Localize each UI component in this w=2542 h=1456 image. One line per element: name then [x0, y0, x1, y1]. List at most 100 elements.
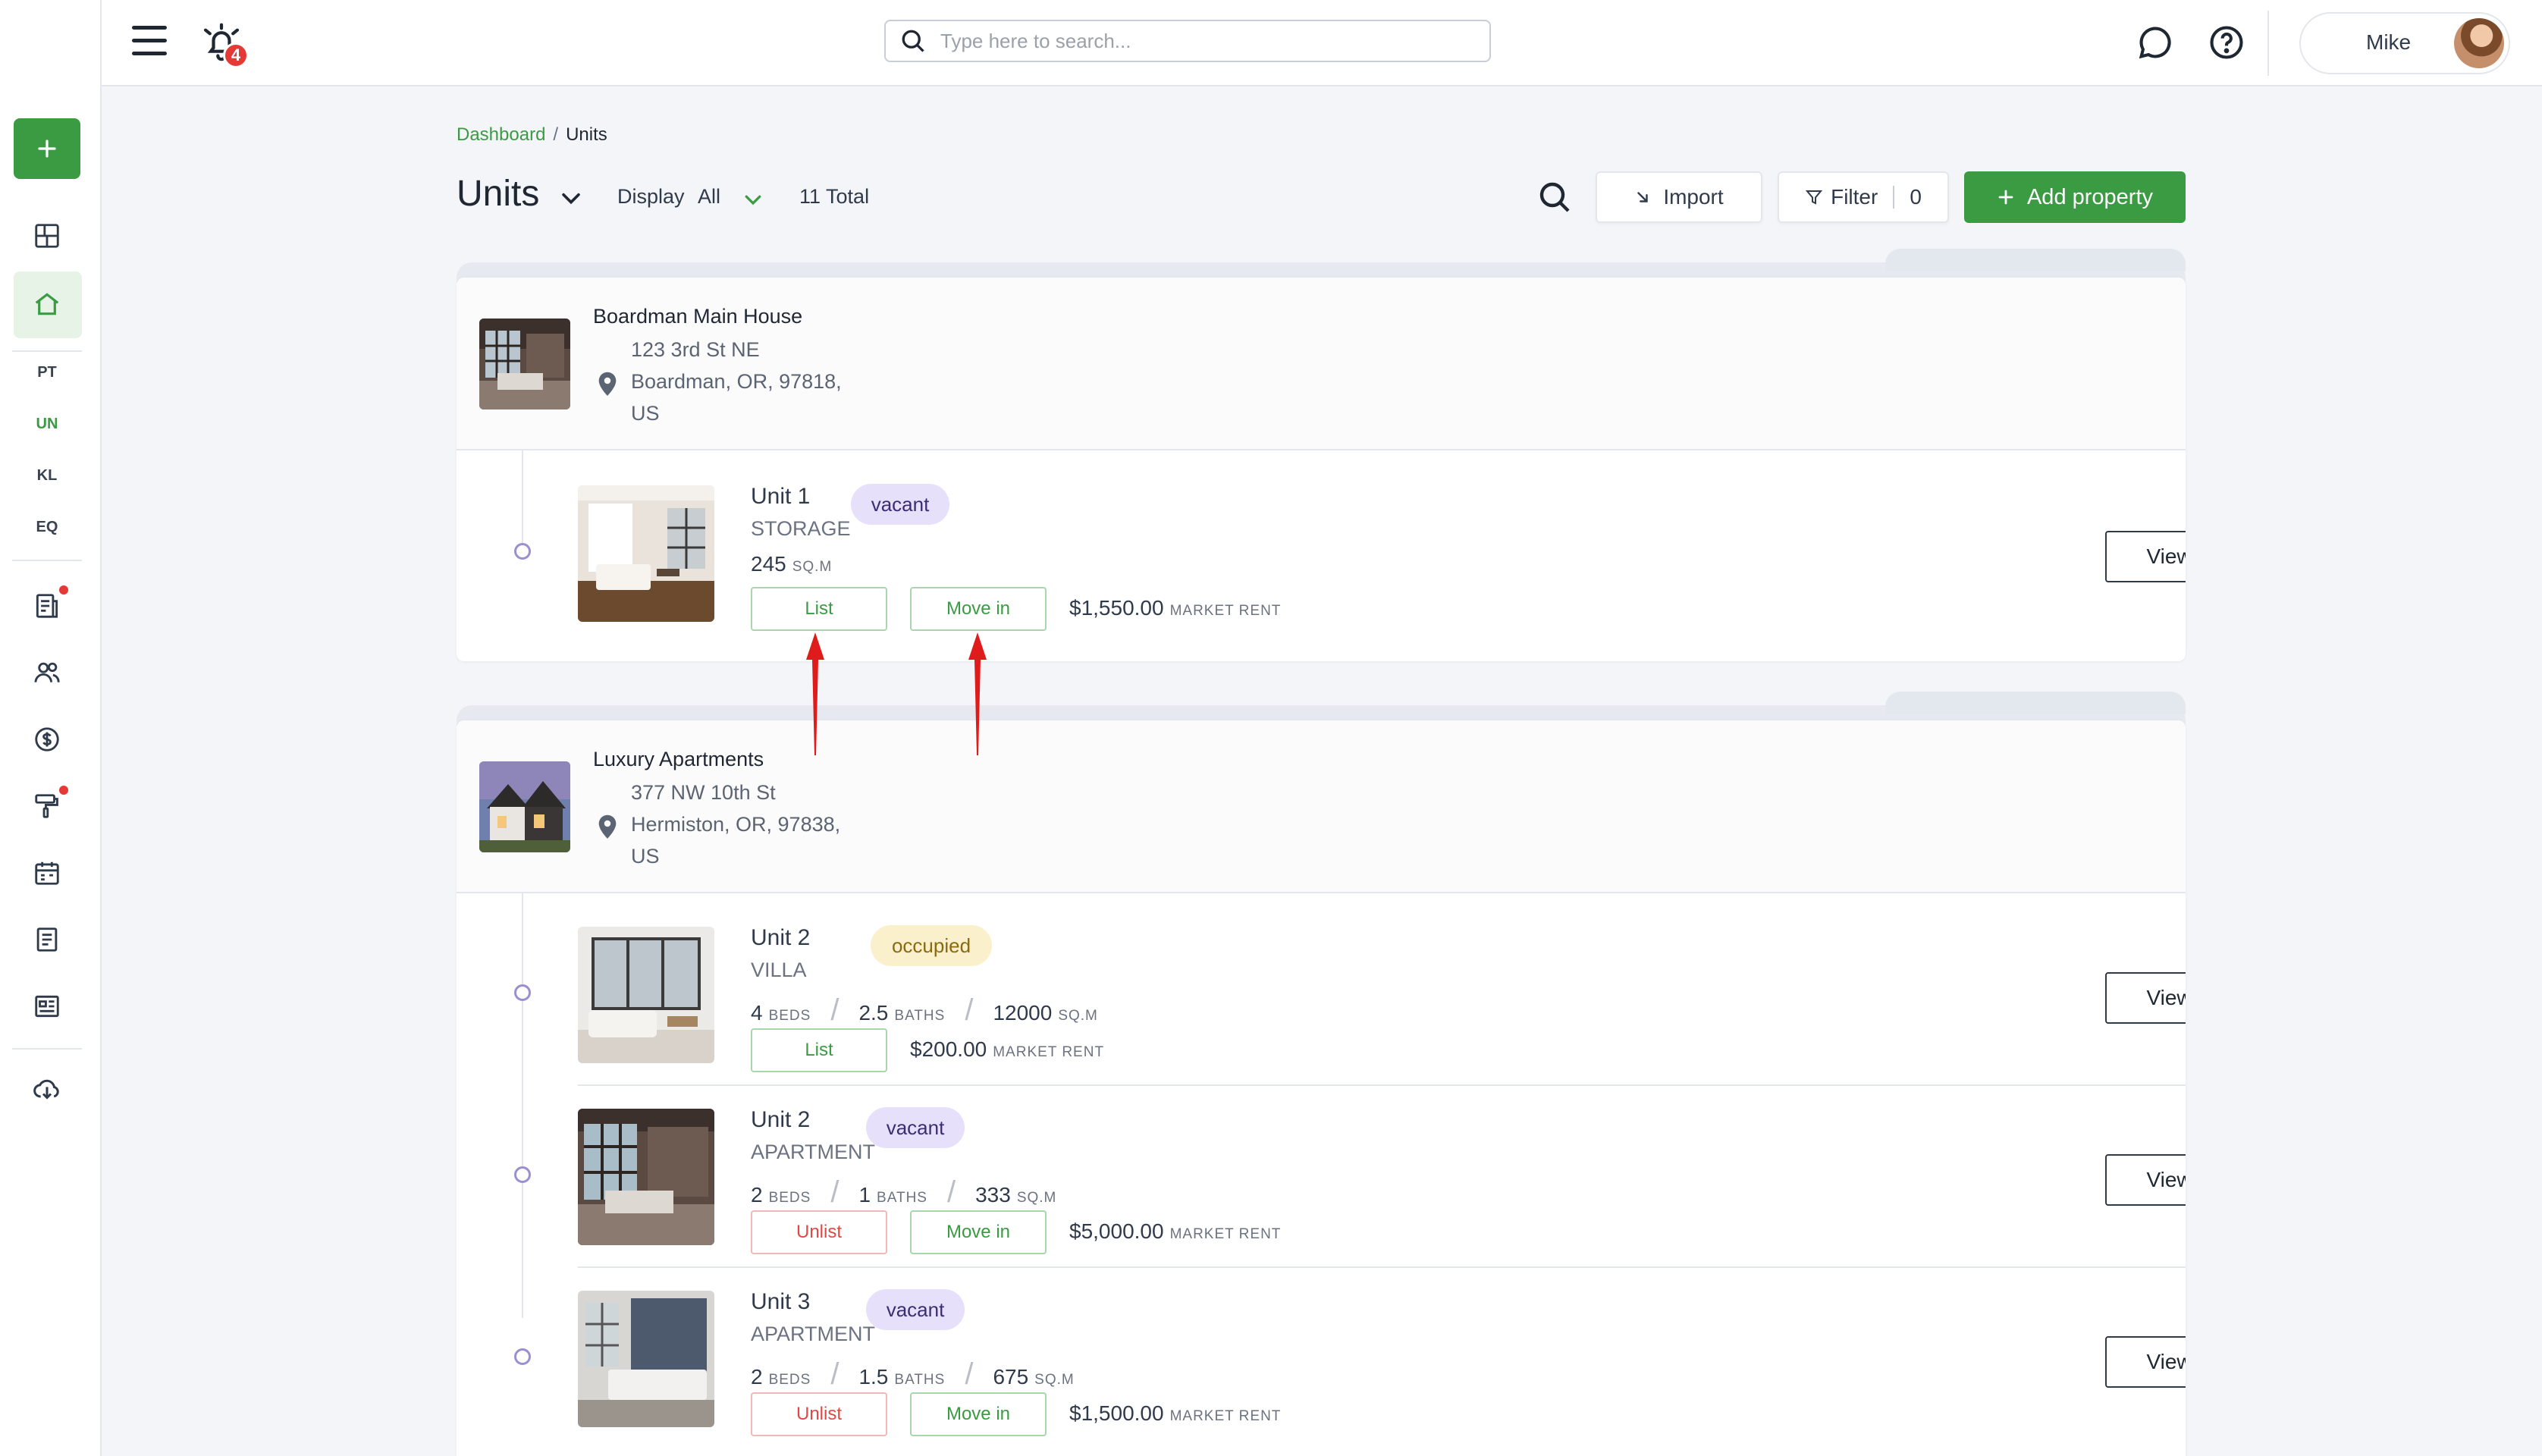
- chevron-down-icon[interactable]: [742, 188, 764, 215]
- unit-sqm: 333: [975, 1183, 1011, 1207]
- unit-baths-unit: BATHS: [894, 1372, 946, 1388]
- property-card-tab-edge: [1885, 249, 2186, 271]
- sidebar-item-kl[interactable]: KL: [0, 467, 94, 485]
- unit-photo: [578, 1291, 714, 1427]
- move-in-button[interactable]: Move in: [910, 1392, 1047, 1436]
- rent-label: MARKET RENT: [993, 1044, 1105, 1060]
- unit-beds-unit: BEDS: [768, 1008, 811, 1024]
- timeline-line: [522, 450, 523, 543]
- sidebar-item-pt[interactable]: PT: [0, 364, 94, 381]
- unit-beds: 2: [751, 1183, 763, 1207]
- unit-photo: [578, 1109, 714, 1245]
- help-icon[interactable]: [2207, 23, 2246, 66]
- view-unit-button[interactable]: View unit: [2105, 1154, 2186, 1206]
- unit-baths: 1.5: [858, 1365, 889, 1389]
- news-icon[interactable]: [30, 989, 64, 1024]
- sidebar: PT UN KL EQ: [0, 86, 102, 1456]
- people-icon[interactable]: [30, 655, 64, 690]
- unit-sqm-unit: SQ.M: [792, 559, 833, 575]
- sidebar-divider: [12, 350, 82, 352]
- unit-beds-unit: BEDS: [768, 1372, 811, 1388]
- unit-divider: [578, 1266, 2186, 1268]
- unit-sqm-unit: SQ.M: [1016, 1190, 1057, 1206]
- report-icon[interactable]: [30, 588, 64, 623]
- property-header[interactable]: Boardman Main House 123 3rd St NE Boardm…: [457, 278, 2186, 450]
- list-button[interactable]: List: [751, 587, 887, 631]
- paint-roller-icon[interactable]: [30, 789, 64, 824]
- property-card-tab-edge: [1885, 692, 2186, 714]
- home-icon[interactable]: [30, 287, 64, 322]
- breadcrumb-dashboard-link[interactable]: Dashboard: [457, 124, 545, 145]
- sidebar-item-eq[interactable]: EQ: [0, 519, 94, 536]
- move-in-button[interactable]: Move in: [910, 587, 1047, 631]
- global-search[interactable]: [884, 20, 1491, 62]
- location-pin-icon: [595, 370, 620, 403]
- property-card: Luxury Apartments 377 NW 10th St Hermist…: [457, 720, 2186, 1456]
- status-badge: vacant: [866, 1289, 965, 1330]
- annotation-arrow: [806, 632, 824, 755]
- property-card: Boardman Main House 123 3rd St NE Boardm…: [457, 278, 2186, 661]
- unit-beds-unit: BEDS: [768, 1190, 811, 1206]
- property-header[interactable]: Luxury Apartments 377 NW 10th St Hermist…: [457, 720, 2186, 893]
- unit-sqm-unit: SQ.M: [1058, 1008, 1098, 1024]
- search-icon: [902, 30, 924, 52]
- menu-toggle-icon[interactable]: [132, 26, 167, 56]
- property-name[interactable]: Boardman Main House: [593, 305, 802, 328]
- unit-row: Unit 3 vacant APARTMENT 2 BEDS / 1.5 BATHS…: [578, 1289, 2186, 1436]
- unit-baths: 1: [858, 1183, 871, 1207]
- dollar-icon[interactable]: [30, 722, 64, 757]
- import-button-label: Import: [1663, 185, 1724, 209]
- unit-beds: 2: [751, 1365, 763, 1389]
- unit-name[interactable]: Unit 3: [751, 1289, 810, 1315]
- sidebar-item-un[interactable]: UN: [0, 416, 94, 433]
- chevron-down-icon[interactable]: [558, 185, 584, 215]
- unit-row: Unit 2 vacant APARTMENT 2 BEDS / 1 BATHS /…: [578, 1107, 2186, 1254]
- search-icon[interactable]: [1536, 179, 1573, 219]
- import-button[interactable]: Import: [1596, 171, 1762, 223]
- display-select[interactable]: All: [698, 185, 720, 209]
- breadcrumb-current: Units: [566, 124, 607, 145]
- chat-icon[interactable]: [2136, 23, 2175, 66]
- unit-baths-unit: BATHS: [877, 1190, 927, 1206]
- unit-photo: [578, 927, 714, 1063]
- calendar-icon[interactable]: [30, 855, 64, 890]
- unit-beds: 4: [751, 1001, 763, 1025]
- cloud-download-icon[interactable]: [30, 1071, 64, 1106]
- market-rent: $1,550.00 MARKET RENT: [1069, 596, 1281, 620]
- market-rent: $1,500.00 MARKET RENT: [1069, 1401, 1281, 1426]
- dashboard-grid-icon[interactable]: [30, 218, 64, 253]
- unlist-button[interactable]: Unlist: [751, 1210, 887, 1254]
- rent-amount: $1,550.00: [1069, 596, 1164, 620]
- quick-add-button[interactable]: [14, 118, 80, 179]
- unit-name[interactable]: Unit 1: [751, 484, 810, 510]
- timeline-dot: [514, 984, 531, 1001]
- move-in-button[interactable]: Move in: [910, 1210, 1047, 1254]
- unit-name[interactable]: Unit 2: [751, 925, 810, 951]
- unit-stats: 2 BEDS / 1 BATHS / 333 SQ.M: [751, 1175, 1056, 1210]
- property-photo: [479, 761, 570, 852]
- maintenance-alert-dot: [59, 786, 68, 795]
- search-input[interactable]: [940, 29, 1456, 53]
- list-button[interactable]: List: [751, 1028, 887, 1072]
- sidebar-divider: [12, 1048, 82, 1050]
- status-badge: vacant: [866, 1107, 965, 1148]
- filter-button[interactable]: Filter 0: [1778, 171, 1949, 223]
- property-address-line2: Boardman, OR, 97818,: [631, 370, 842, 393]
- unit-name[interactable]: Unit 2: [751, 1107, 810, 1133]
- document-icon[interactable]: [30, 922, 64, 957]
- filter-icon: [1805, 190, 1823, 205]
- property-name[interactable]: Luxury Apartments: [593, 748, 764, 771]
- unit-baths: 2.5: [858, 1001, 889, 1025]
- timeline-dot: [514, 1348, 531, 1365]
- property-address-line3: US: [631, 402, 660, 425]
- unlist-button[interactable]: Unlist: [751, 1392, 887, 1436]
- unit-row: Unit 2 occupied VILLA 4 BEDS / 2.5 BATHS /…: [578, 925, 2186, 1072]
- view-unit-button[interactable]: View unit: [2105, 972, 2186, 1024]
- add-property-button[interactable]: Add property: [1964, 171, 2186, 223]
- view-unit-button[interactable]: View unit: [2105, 531, 2186, 582]
- user-menu[interactable]: Mike: [2299, 12, 2510, 74]
- view-unit-button[interactable]: View unit: [2105, 1336, 2186, 1388]
- property-photo: [479, 318, 570, 410]
- page-title[interactable]: Units: [457, 173, 539, 215]
- rent-amount: $5,000.00: [1069, 1219, 1164, 1243]
